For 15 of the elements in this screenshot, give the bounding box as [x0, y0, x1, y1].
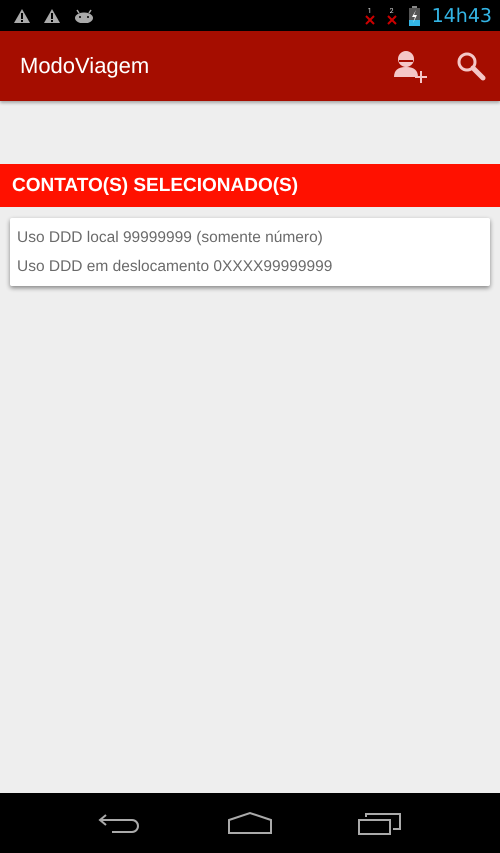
no-signal-icon [386, 14, 397, 24]
recent-apps-icon[interactable] [358, 811, 402, 835]
home-icon[interactable] [226, 811, 273, 835]
warning-icon [44, 8, 60, 22]
search-icon[interactable] [456, 51, 486, 81]
clock: 14h43 [432, 4, 492, 26]
warning-icon [14, 8, 30, 22]
add-contact-icon[interactable] [392, 49, 428, 83]
no-signal-icon [364, 14, 375, 24]
android-icon [74, 8, 94, 22]
battery-charging-icon [408, 6, 420, 26]
app-title: ModoViagem [20, 53, 150, 79]
menu-item[interactable]: Uso DDD em deslocamento 0XXXX99999999 [10, 252, 490, 281]
section-title: CONTATO(S) SELECIONADO(S) [12, 174, 298, 196]
menu-item[interactable]: Uso DDD local 99999999 (somente número) [10, 223, 490, 252]
